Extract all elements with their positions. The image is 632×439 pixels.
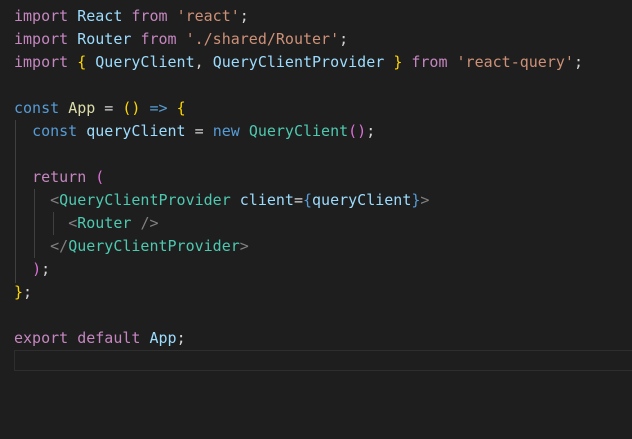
code-editor[interactable]: import React from 'react'; import Router … [0,0,632,439]
code-line[interactable]: const queryClient = new QueryClient(); [14,120,375,143]
code-line[interactable]: const App = () => { [14,97,186,120]
code-token: ; [176,329,186,347]
code-token: import [14,7,69,25]
code-token: QueryClientProvider [68,237,240,255]
code-token: </ [50,237,69,255]
code-token: > [420,191,430,209]
code-token: ; [239,7,249,25]
code-line[interactable]: import Router from './shared/Router'; [14,28,348,51]
code-token: from [411,53,448,71]
code-token: () [348,122,367,140]
code-token: const [14,99,60,117]
code-token: QueryClientProvider [212,53,385,71]
code-token: ; [339,30,349,48]
code-token: ; [23,283,33,301]
code-token: return [32,168,87,186]
code-token: QueryClient [95,53,195,71]
code-token: { [77,53,87,71]
code-token: 'react' [176,7,240,25]
code-token: > [239,237,249,255]
current-line-highlight [14,350,632,371]
code-token: import [14,30,69,48]
code-line[interactable]: export default App; [14,327,186,350]
code-token: } [393,53,403,71]
code-token: = [185,122,213,140]
code-line[interactable]: }; [14,281,32,304]
code-token: Router [77,214,132,232]
code-line[interactable]: return ( [14,166,104,189]
code-token: App [68,99,96,117]
code-token: import [14,53,69,71]
code-token: queryClient [86,122,186,140]
code-token: ; [573,53,583,71]
code-token: ; [41,260,51,278]
code-token: from [131,7,168,25]
code-token: React [77,7,123,25]
code-token: => [149,99,168,117]
code-token: from [140,30,177,48]
code-line[interactable]: <Router /> [14,212,159,235]
code-token: App [149,329,177,347]
code-line[interactable]: import React from 'react'; [14,5,249,28]
code-token: 'react-query' [456,53,574,71]
code-token: () [122,99,141,117]
code-token: client [239,191,294,209]
code-token: = [293,191,303,209]
code-line[interactable]: </QueryClientProvider> [14,235,249,258]
code-token: /> [140,214,159,232]
code-token: const [32,122,78,140]
code-token: default [77,329,141,347]
code-line[interactable]: ); [14,258,50,281]
code-line[interactable]: import { QueryClient, QueryClientProvide… [14,51,583,74]
code-token: = [95,99,123,117]
code-token: queryClient [312,191,412,209]
code-token: } [14,283,24,301]
code-token: ) [32,260,42,278]
code-token: QueryClient [248,122,349,140]
code-token: ; [366,122,376,140]
code-token: , [194,53,213,71]
code-line[interactable]: <QueryClientProvider client={queryClient… [14,189,429,212]
code-token: export [14,329,69,347]
code-token: { [176,99,186,117]
code-token: < [50,191,60,209]
code-token: ( [95,168,105,186]
code-token: < [68,214,78,232]
code-token: { [303,191,313,209]
code-token: QueryClientProvider [59,191,231,209]
code-token: Router [77,30,132,48]
code-token: new [212,122,240,140]
code-token: './shared/Router' [185,30,340,48]
